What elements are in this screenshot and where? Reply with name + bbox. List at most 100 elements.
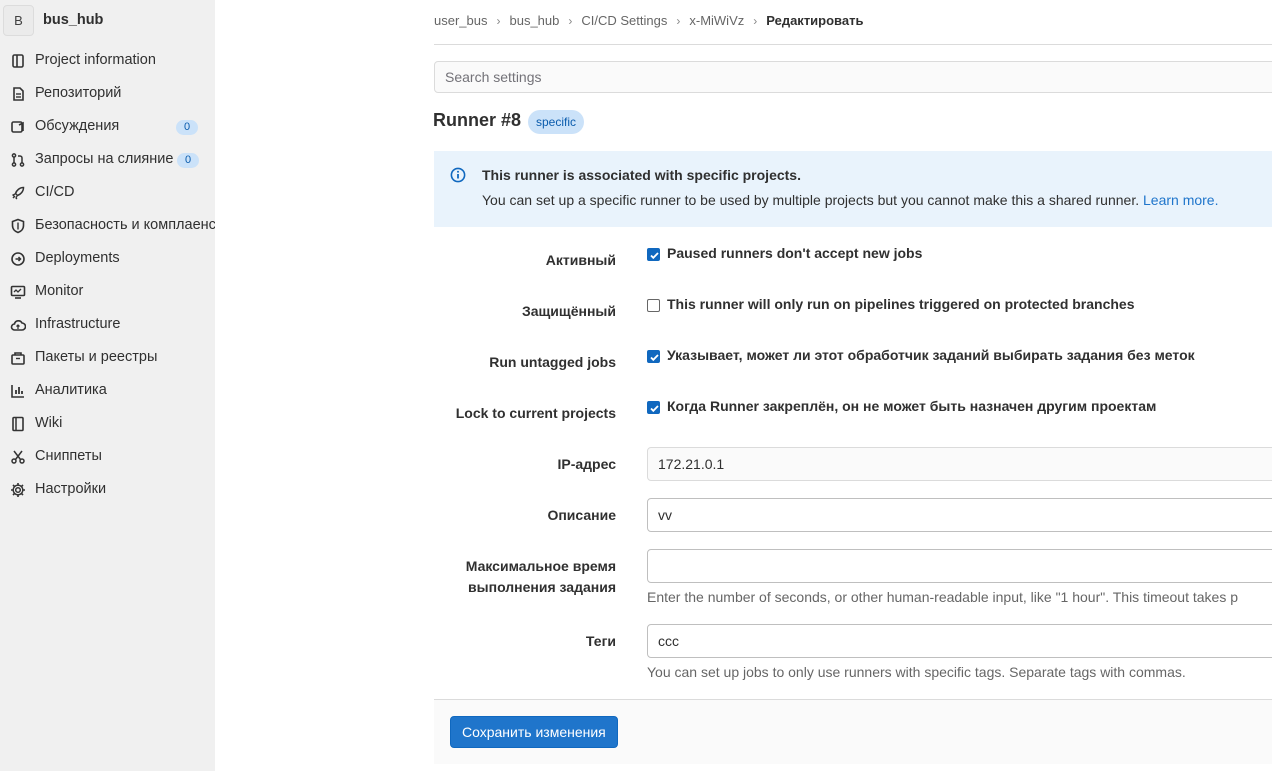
run-untagged-checkbox[interactable] (647, 350, 660, 363)
timeout-label-line1: Максимальное время (465, 558, 616, 574)
description-box (647, 498, 1272, 532)
sidebar-item-label: Запросы на слияние (35, 151, 174, 167)
timeout-label: Максимальное время выполнения задания (466, 556, 616, 598)
active-label: Активный (545, 252, 616, 268)
sidebar-item-label: Настройки (35, 481, 107, 497)
sidebar-item-label: Deployments (35, 250, 120, 266)
package-icon (11, 352, 25, 365)
runner-type-badge: specific (528, 110, 585, 134)
alert-body: You can set up a specific runner to be u… (482, 192, 1218, 208)
info-icon (450, 167, 466, 183)
lock-projects-checkbox[interactable] (647, 401, 660, 414)
protected-checkbox[interactable] (647, 299, 660, 312)
sidebar-item-issues[interactable]: Обсуждения 0 (0, 110, 215, 143)
deployments-icon (11, 252, 25, 266)
issues-icon (11, 121, 24, 133)
sidebar-item-security[interactable]: Безопасность и комплаенс (0, 209, 215, 242)
lock-projects-checkbox-text[interactable]: Когда Runner закреплён, он не может быть… (667, 398, 1156, 414)
timeout-box (647, 549, 1272, 583)
ip-address-box (647, 447, 1272, 481)
cloud-icon (10, 320, 26, 331)
breadcrumb-user[interactable]: user_bus (434, 13, 487, 28)
breadcrumb-current[interactable]: Редактировать (766, 13, 863, 28)
tags-box (647, 624, 1272, 658)
project-name[interactable]: bus_hub (43, 12, 103, 28)
sidebar-item-merge-requests[interactable]: Запросы на слияние 0 (0, 143, 215, 176)
sidebar-item-packages[interactable]: Пакеты и реестры (0, 341, 215, 374)
sidebar-item-label: Monitor (35, 283, 84, 299)
sidebar-item-label: Обсуждения (35, 118, 120, 134)
scissors-icon (11, 450, 25, 464)
breadcrumb-project[interactable]: bus_hub (509, 13, 559, 28)
sidebar-item-label: Сниппеты (35, 448, 102, 464)
page-title: Runner #8 (433, 110, 522, 130)
timeout-help-text: Enter the number of seconds, or other hu… (647, 589, 1239, 605)
sidebar-item-label: CI/CD (35, 184, 75, 200)
merge-requests-count-badge: 0 (177, 153, 199, 168)
sidebar-item-wiki[interactable]: Wiki (0, 407, 215, 440)
chevron-right-icon: › (676, 13, 681, 28)
ip-address-label: IP-адрес (557, 456, 616, 472)
checkmark-icon (650, 354, 659, 362)
alert-body-text: You can set up a specific runner to be u… (482, 192, 1140, 208)
protected-checkbox-text[interactable]: This runner will only run on pipelines t… (667, 296, 1135, 312)
chevron-right-icon: › (568, 13, 573, 28)
chevron-right-icon: › (753, 13, 758, 28)
sidebar-item-label: Репозиторий (35, 85, 122, 101)
sidebar-item-label: Аналитика (35, 382, 107, 398)
project-header[interactable]: B bus_hub (0, 0, 215, 41)
description-label: Описание (547, 507, 616, 523)
sidebar-item-infrastructure[interactable]: Infrastructure (0, 308, 215, 341)
sidebar-item-cicd[interactable]: CI/CD (0, 176, 215, 209)
lock-projects-label: Lock to current projects (455, 405, 616, 421)
sidebar-item-deployments[interactable]: Deployments (0, 242, 215, 275)
active-checkbox[interactable] (647, 248, 660, 261)
sidebar-item-label: Wiki (35, 415, 63, 431)
tags-field[interactable] (648, 625, 1272, 657)
run-untagged-label: Run untagged jobs (489, 354, 616, 370)
search-settings-box (434, 61, 1272, 93)
document-icon (13, 87, 24, 101)
protected-label: Защищённый (521, 303, 616, 319)
gear-icon (11, 483, 25, 497)
sidebar-item-settings[interactable]: Настройки (0, 473, 215, 506)
timeout-label-line2: выполнения задания (468, 579, 616, 595)
checkmark-icon (650, 405, 659, 413)
tags-label: Теги (585, 633, 616, 649)
sidebar-item-snippets[interactable]: Сниппеты (0, 440, 215, 473)
alert-title: This runner is associated with specific … (482, 167, 801, 183)
shield-icon (11, 218, 25, 234)
description-field[interactable] (648, 499, 1272, 531)
chevron-right-icon: › (496, 13, 501, 28)
search-settings-input[interactable] (435, 62, 1272, 92)
checkmark-icon (650, 252, 659, 260)
breadcrumb-divider (434, 44, 1272, 45)
project-avatar[interactable]: B (3, 5, 34, 36)
sidebar-item-label: Project information (35, 52, 156, 68)
tags-help-text: You can set up jobs to only use runners … (647, 664, 1186, 680)
info-alert: This runner is associated with specific … (434, 151, 1272, 227)
project-info-icon (12, 54, 24, 68)
book-icon (12, 416, 24, 432)
sidebar-item-analytics[interactable]: Аналитика (0, 374, 215, 407)
active-checkbox-text[interactable]: Paused runners don't accept new jobs (667, 245, 922, 261)
sidebar: B bus_hub Project information Репозитори… (0, 0, 215, 771)
sidebar-item-monitor[interactable]: Monitor (0, 275, 215, 308)
sidebar-item-repository[interactable]: Репозиторий (0, 77, 215, 110)
sidebar-item-label: Безопасность и комплаенс (35, 217, 215, 233)
sidebar-item-label: Пакеты и реестры (35, 349, 158, 365)
ip-address-field (648, 448, 1272, 480)
sidebar-item-label: Infrastructure (35, 316, 121, 332)
sidebar-item-project-information[interactable]: Project information (0, 44, 215, 77)
breadcrumb-runner[interactable]: x-MiWiVz (689, 13, 744, 28)
issues-count-badge: 0 (176, 120, 198, 135)
timeout-field[interactable] (648, 550, 1272, 582)
run-untagged-checkbox-text[interactable]: Указывает, может ли этот обработчик зада… (667, 347, 1195, 363)
monitor-icon (10, 285, 26, 299)
learn-more-link[interactable]: Learn more. (1143, 192, 1218, 208)
rocket-icon (11, 186, 25, 200)
save-changes-button[interactable]: Сохранить изменения (450, 716, 618, 748)
breadcrumb-cicd-settings[interactable]: CI/CD Settings (581, 13, 667, 28)
breadcrumb: user_bus › bus_hub › CI/CD Settings › x-… (434, 13, 863, 28)
merge-request-icon (11, 153, 25, 167)
